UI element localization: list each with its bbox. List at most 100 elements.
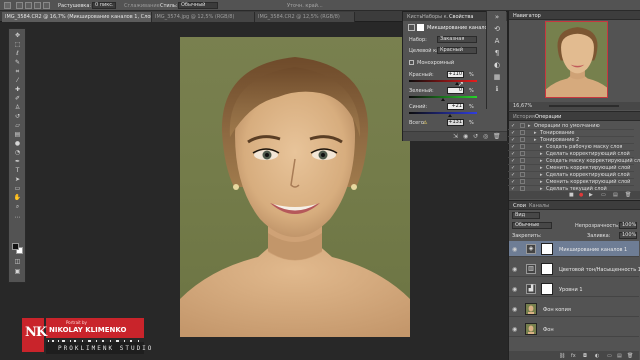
screen-mode-icon[interactable]: ▣ [13,269,22,275]
properties-panel-icon[interactable]: ▦ [492,73,502,82]
zoom-tool-icon[interactable]: ⌕ [13,204,22,210]
layer-name[interactable]: Микширование каналов 1 [559,247,627,253]
tab-channels[interactable]: Каналы [529,203,549,209]
marquee-tool-icon[interactable] [4,2,11,9]
paragraph-panel-icon[interactable]: ¶ [492,49,502,58]
opacity-input[interactable]: 100% [619,222,637,229]
hand-tool-icon[interactable]: ✋ [13,195,22,201]
marquee-tool-icon[interactable]: ⬚ [13,42,22,48]
character-panel-icon[interactable]: A [492,37,502,46]
tab-actions[interactable]: Операции [535,114,561,120]
feather-input[interactable]: 0 пикс. [92,2,116,9]
subtract-selection-icon[interactable] [34,2,41,9]
blue-slider[interactable] [409,112,477,114]
green-slider-thumb[interactable] [441,98,445,101]
layer-name[interactable]: Цветовой тон/Насыщенность 1 [559,267,640,273]
info-panel-icon[interactable]: ℹ [492,85,502,94]
layer-row[interactable]: ◉ ▟ Уровни 1 [509,281,639,297]
clip-to-layer-icon[interactable]: ⇲ [453,133,458,140]
doc-tab-active[interactable]: IMG_3584.CR2 @ 16,7% (Микширование канал… [2,12,152,22]
red-slider[interactable] [409,80,477,82]
monochrome-checkbox[interactable] [409,60,414,65]
refine-edge-button[interactable]: Уточн. край... [287,3,323,9]
view-previous-icon[interactable]: ◉ [463,133,468,140]
new-selection-icon[interactable] [16,2,23,9]
visibility-eye-icon[interactable]: ◉ [512,286,517,293]
type-tool-icon[interactable]: T [13,168,22,174]
zoom-slider[interactable] [549,105,619,107]
layer-name[interactable]: Уровни 1 [559,287,583,293]
layer-row[interactable]: ◉ ▥ Цветовой тон/Насыщенность 1 [509,261,640,277]
fill-input[interactable]: 100% [619,232,637,239]
blend-mode-select[interactable]: Обычные [512,222,552,229]
visibility-icon[interactable]: ◎ [483,133,488,140]
new-layer-icon[interactable]: ▤ [617,353,622,359]
delete-action-icon[interactable]: 🗑 [625,192,631,198]
tab-history[interactable]: История [513,114,535,120]
action-dialog-toggle[interactable] [520,179,525,184]
play-icon[interactable]: ▶ [589,192,593,198]
output-channel-select[interactable]: Красный [437,47,477,54]
action-dialog-toggle[interactable] [520,123,525,128]
hue-sat-icon[interactable]: ▥ [526,264,536,274]
pen-tool-icon[interactable]: ✒ [13,159,22,165]
eraser-tool-icon[interactable]: ▱ [13,123,22,129]
gradient-tool-icon[interactable]: ▤ [13,132,22,138]
action-dialog-toggle[interactable] [520,137,525,142]
layer-name[interactable]: Фон копия [543,307,571,313]
mask-icon[interactable] [417,24,424,31]
layer-thumbnail[interactable] [525,303,537,315]
visibility-eye-icon[interactable]: ◉ [512,246,517,253]
action-dialog-toggle[interactable] [520,130,525,135]
action-dialog-toggle[interactable] [520,151,525,156]
tab-brush-presets[interactable]: Наборы к. [422,14,448,20]
preset-select[interactable]: Заказная [437,36,477,43]
add-mask-icon[interactable]: ◘ [583,353,587,359]
layer-thumbnail[interactable] [525,323,537,335]
doc-tab[interactable]: IMG_3574.jpg @ 12,5% (RGB/8) [152,12,255,22]
layer-mask-thumbnail[interactable] [541,263,553,275]
quick-mask-icon[interactable]: ◫ [13,259,22,265]
style-select[interactable]: Обычный [178,2,218,9]
intersect-selection-icon[interactable] [43,2,50,9]
shape-tool-icon[interactable]: ▭ [13,186,22,192]
blue-slider-thumb[interactable] [448,114,452,117]
red-value[interactable]: +110 [447,71,464,78]
blur-tool-icon[interactable]: ● [13,141,22,147]
history-brush-tool-icon[interactable]: ↺ [13,114,22,120]
add-selection-icon[interactable] [25,2,32,9]
action-dialog-toggle[interactable] [520,144,525,149]
tab-brush[interactable]: Кисть [407,14,422,20]
layer-row[interactable]: ◉ ◈ Микширование каналов 1 [509,241,639,257]
new-action-icon[interactable]: ▤ [613,192,618,198]
levels-icon[interactable]: ▟ [526,284,536,294]
adjustments-panel-icon[interactable]: ◐ [492,61,502,70]
visibility-eye-icon[interactable]: ◉ [512,326,517,333]
layer-row[interactable]: ◉ Фон копия [509,301,639,317]
visibility-eye-icon[interactable]: ◉ [512,306,517,313]
antialias-checkbox[interactable]: Сглаживание [124,3,160,9]
history-panel-icon[interactable]: ⟲ [492,25,502,34]
green-value[interactable]: 0 [447,87,464,94]
navigator-thumbnail[interactable] [545,21,608,98]
clone-stamp-tool-icon[interactable]: ♙ [13,105,22,111]
tab-properties[interactable]: Свойства [449,14,473,20]
more-tools-icon[interactable]: ⋯ [13,215,22,221]
dodge-tool-icon[interactable]: ◔ [13,150,22,156]
move-tool-icon[interactable]: ✥ [13,33,22,39]
layer-mask-thumbnail[interactable] [541,283,553,295]
navigator-title[interactable]: Навигатор [513,13,541,19]
brush-tool-icon[interactable]: ✐ [13,96,22,102]
link-layers-icon[interactable]: ⛓ [559,353,565,359]
action-dialog-toggle[interactable] [520,172,525,177]
delete-layer-icon[interactable]: 🗑 [627,353,633,359]
delete-icon[interactable]: 🗑 [493,133,501,140]
new-group-icon[interactable]: ▭ [607,353,612,359]
layer-row[interactable]: ◉ Фон [509,321,639,337]
layer-mask-thumbnail[interactable] [541,243,553,255]
action-dialog-toggle[interactable] [520,158,525,163]
foreground-color-swatch[interactable] [12,243,19,250]
channel-mixer-icon[interactable]: ◈ [526,244,536,254]
zoom-level[interactable]: 16,67% [513,103,532,109]
tab-layers[interactable]: Слои [513,203,526,209]
